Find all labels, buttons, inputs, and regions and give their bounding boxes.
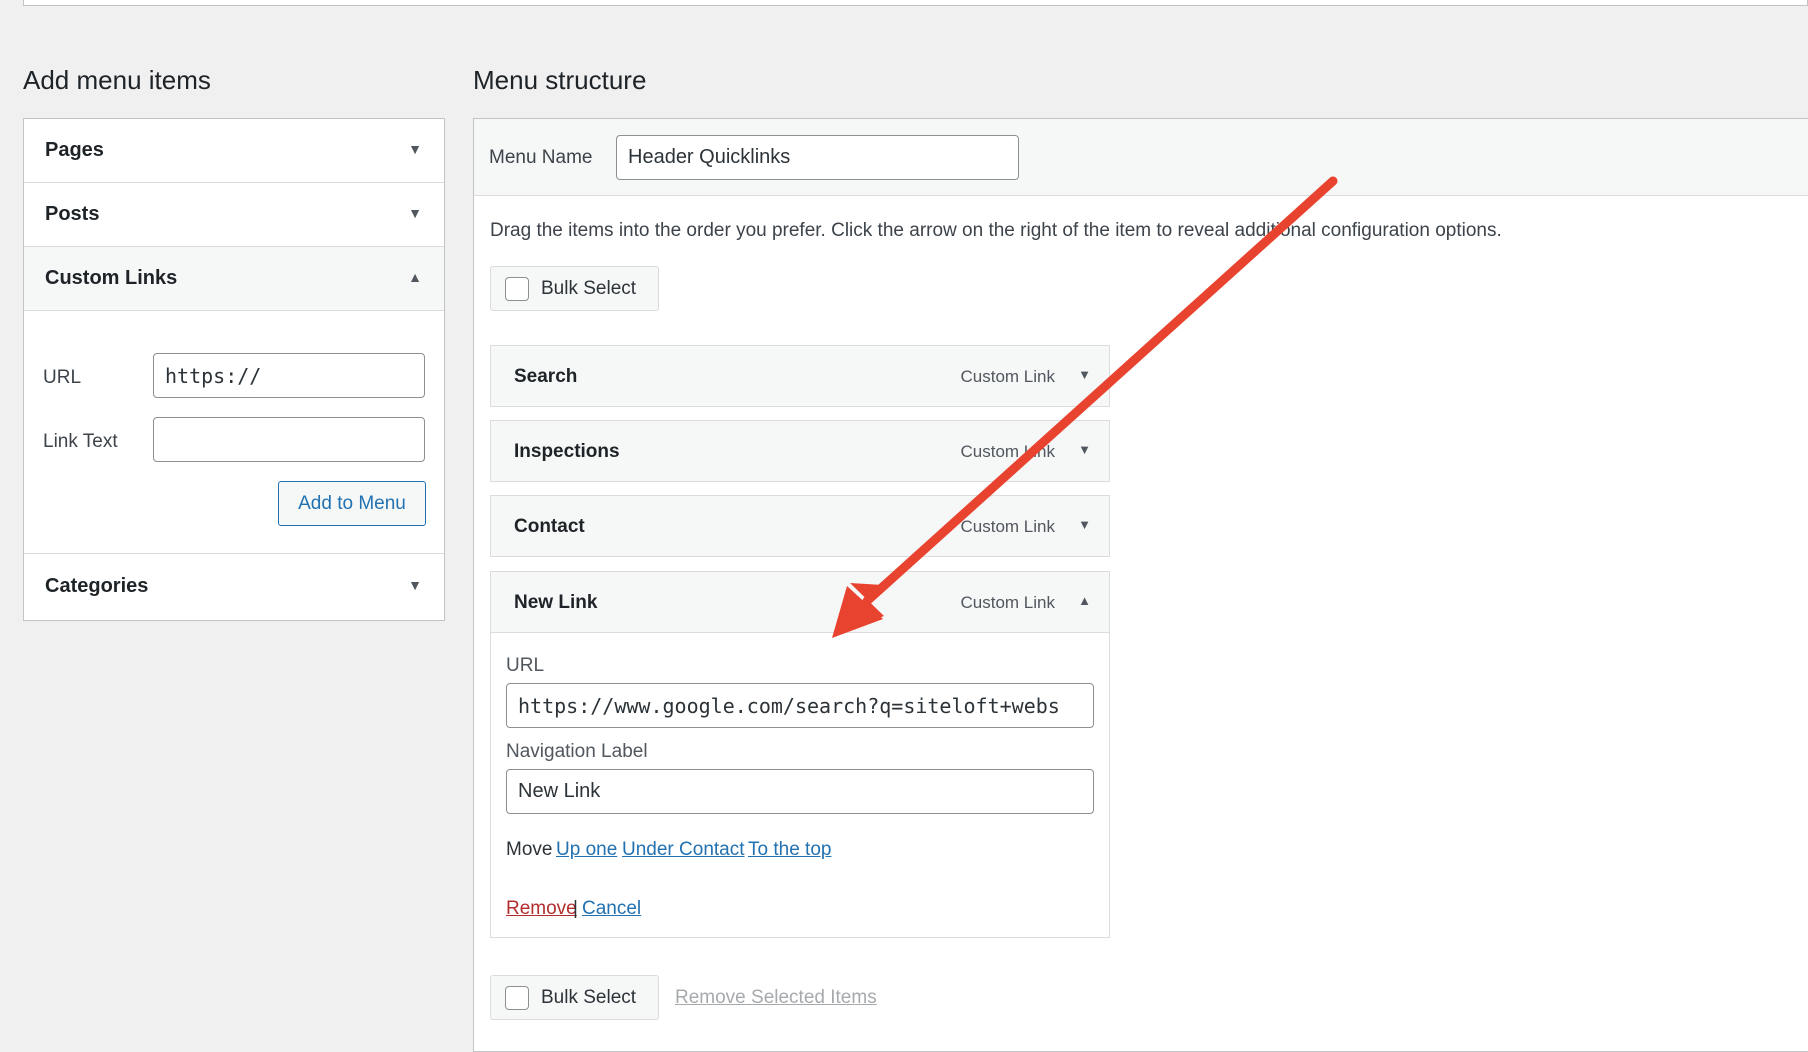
move-to-top-link[interactable]: To the top	[748, 839, 831, 861]
menu-item-type: Custom Link	[960, 442, 1055, 461]
remove-link[interactable]: Remove	[506, 898, 577, 920]
menu-item-new-link[interactable]: New Link Custom Link ▲	[490, 571, 1110, 633]
add-menu-items-heading: Add menu items	[23, 65, 211, 95]
chevron-down-icon: ▼	[408, 141, 422, 157]
custom-link-url-input[interactable]: https://	[153, 353, 425, 398]
accordion-pages-label: Pages	[45, 139, 104, 161]
menu-item-type: Custom Link	[960, 593, 1055, 612]
menu-item-type: Custom Link	[960, 517, 1055, 536]
bulk-select-label: Bulk Select	[541, 278, 637, 299]
menu-item-inspections[interactable]: Inspections Custom Link ▼	[490, 420, 1110, 482]
accordion-custom-links[interactable]: Custom Links ▲	[24, 247, 444, 311]
menu-item-type: Custom Link	[960, 367, 1055, 386]
menu-item-search[interactable]: Search Custom Link ▼	[490, 345, 1110, 407]
bulk-select-label: Bulk Select	[541, 987, 637, 1008]
move-up-one-link[interactable]: Up one	[556, 839, 617, 861]
menu-structure-panel: Menu Name Header Quicklinks Drag the ite…	[473, 118, 1808, 1052]
custom-link-text-label: Link Text	[43, 431, 118, 452]
menu-item-title: New Link	[514, 592, 598, 613]
menu-item-title: Contact	[514, 516, 585, 537]
menu-item-title: Search	[514, 366, 578, 387]
accordion-posts[interactable]: Posts ▼	[24, 183, 444, 247]
navigation-label-input[interactable]: New Link	[506, 769, 1094, 814]
menu-item-url-label: URL	[506, 655, 545, 676]
accordion-posts-label: Posts	[45, 203, 100, 225]
menu-structure-heading: Menu structure	[473, 65, 647, 95]
menu-item-title: Inspections	[514, 441, 620, 462]
custom-link-text-input[interactable]	[153, 417, 425, 462]
bulk-select-top[interactable]: Bulk Select	[490, 266, 659, 311]
bulk-select-checkbox[interactable]	[505, 986, 529, 1010]
add-to-menu-button[interactable]: Add to Menu	[278, 481, 426, 526]
menu-item-url-input[interactable]: https://www.google.com/search?q=siteloft…	[506, 683, 1094, 728]
bulk-select-checkbox[interactable]	[505, 277, 529, 301]
menu-name-input[interactable]: Header Quicklinks	[616, 135, 1019, 180]
chevron-up-icon: ▲	[408, 269, 422, 285]
menu-item-contact[interactable]: Contact Custom Link ▼	[490, 495, 1110, 557]
chevron-down-icon[interactable]: ▼	[1078, 367, 1091, 382]
chevron-down-icon[interactable]: ▼	[1078, 517, 1091, 532]
navigation-label-label: Navigation Label	[506, 741, 648, 762]
custom-links-panel: URL https:// Link Text Add to Menu	[24, 311, 444, 554]
move-under-contact-link[interactable]: Under Contact	[622, 839, 745, 861]
menu-name-bar: Menu Name Header Quicklinks	[474, 119, 1808, 196]
menu-instructions: Drag the items into the order you prefer…	[490, 220, 1502, 241]
accordion-categories-label: Categories	[45, 575, 149, 597]
menu-name-label: Menu Name	[489, 147, 593, 168]
bulk-select-bottom[interactable]: Bulk Select	[490, 975, 659, 1020]
chevron-up-icon[interactable]: ▲	[1078, 593, 1091, 608]
link-separator: |	[573, 898, 578, 919]
add-menu-items-accordion: Pages ▼ Posts ▼ Custom Links ▲ URL https…	[23, 118, 445, 621]
menu-item-settings: URL https://www.google.com/search?q=site…	[490, 633, 1110, 938]
cancel-link[interactable]: Cancel	[582, 898, 641, 920]
remove-selected-items-link[interactable]: Remove Selected Items	[675, 987, 877, 1009]
chevron-down-icon[interactable]: ▼	[1078, 442, 1091, 457]
chevron-down-icon: ▼	[408, 205, 422, 221]
move-label: Move	[506, 839, 553, 860]
accordion-categories[interactable]: Categories ▼	[24, 555, 444, 619]
chevron-down-icon: ▼	[408, 577, 422, 593]
accordion-pages[interactable]: Pages ▼	[24, 119, 444, 183]
accordion-custom-links-label: Custom Links	[45, 267, 178, 289]
custom-link-url-label: URL	[43, 367, 82, 388]
top-panel-edge	[23, 0, 1808, 6]
